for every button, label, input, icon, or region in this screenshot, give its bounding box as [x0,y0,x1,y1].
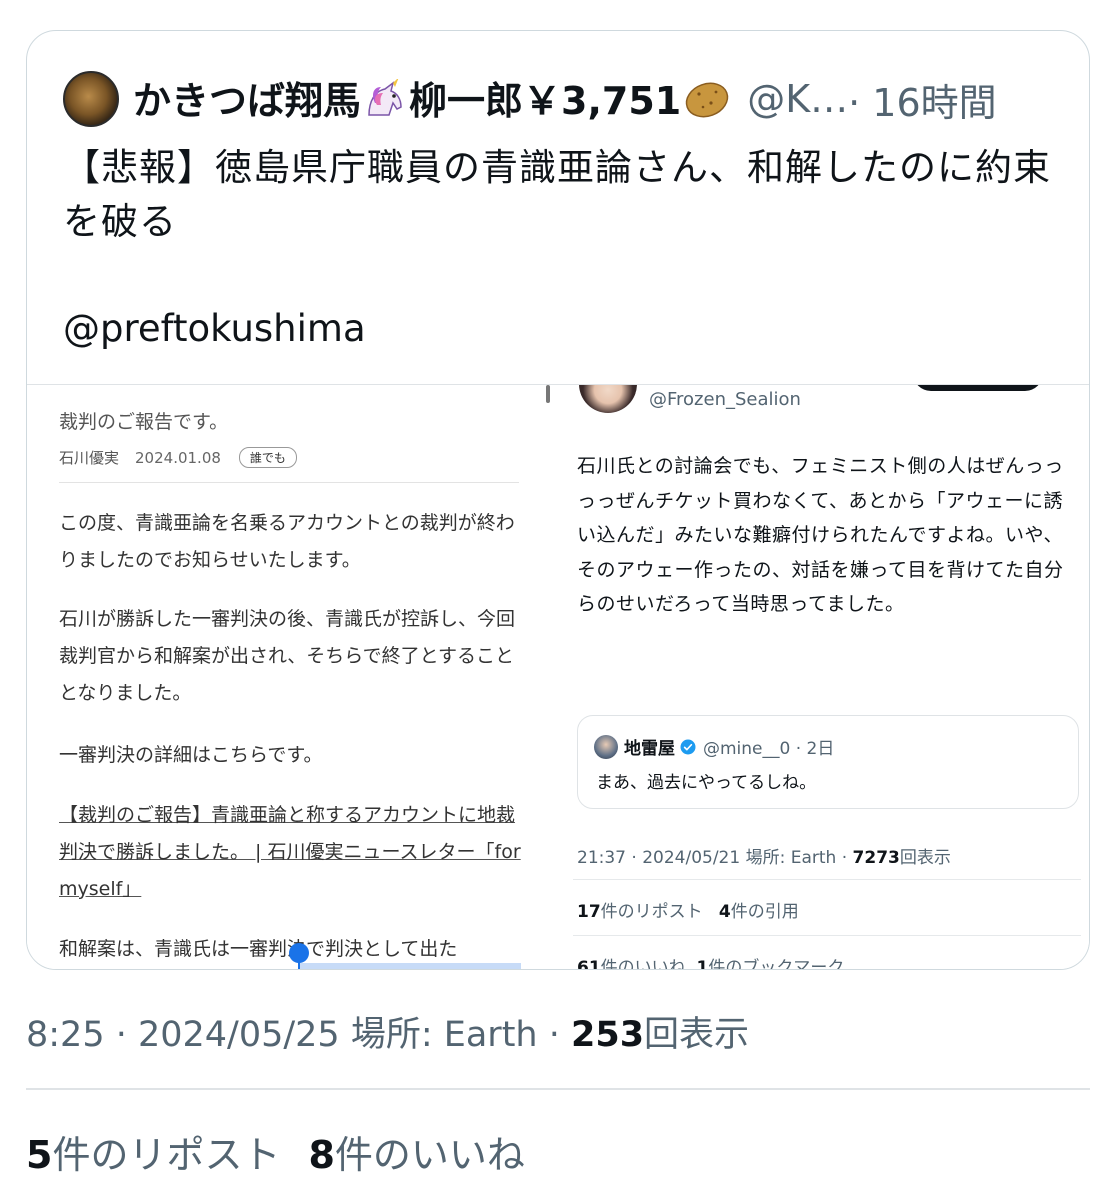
engagement-stats: 5件のリポスト 8件のいいね [26,1124,525,1179]
quoted-tweet-text: 【悲報】徳島県庁職員の青識亜論さん、和解したのに約束を破る [63,146,1051,243]
embedded-divider-2 [573,935,1081,936]
unicorn-icon [363,77,407,128]
embedded-views-label: 回表示 [899,848,951,868]
embedded-reposts-label: 件のリポスト [600,902,703,922]
author-handle[interactable]: @K… [747,77,848,121]
follow-button-edge [913,385,1043,391]
newsletter-link: 【裁判のご報告】青識亜論と称するアカウントに地裁判決で勝訴しました。 | 石川優… [59,804,521,900]
likes-label: 件のいいね [334,1133,525,1177]
embedded-views-count: 7273 [852,848,900,868]
potato-icon [683,79,731,128]
mention-link[interactable]: @preftokushima [63,307,366,350]
views-label: 回表示 [644,1015,750,1055]
embedded-quote-handle: @mine__0 · 2日 [703,739,835,759]
embedded-quote-avatar [594,734,618,759]
author-avatar[interactable] [63,71,119,127]
timestamp-text: 8:25 · 2024/05/25 場所: Earth · [26,1015,571,1055]
stats-divider [26,1088,1090,1090]
quoted-tweet-header: かきつば翔馬 柳一郎￥3,751 @K… · 16時間 [63,71,997,127]
verified-badge-icon [680,739,696,754]
embedded-likes-label: 件のいいね [600,958,686,970]
selection-handle [289,943,309,963]
newsletter-meta: 石川優実 2024.01.08 誰でも [59,447,297,468]
embedded-quote-card: 地雷屋 @mine__0 · 2日 まあ、過去にやってるしね。 [577,715,1079,809]
embedded-tweet-text: 石川氏との討論会でも、フェミニスト側の人はぜんっっっっぜんチケット買わなくて、あ… [577,455,1064,615]
newsletter-title: 裁判のご報告です。 [59,411,229,433]
likes-count: 8 [308,1133,335,1177]
embedded-like-stats: 61件のいいね 1件のブックマーク [577,953,845,970]
text-selection-highlight [299,963,521,969]
scrollbar-thumb [546,385,550,403]
tweet-timestamp[interactable]: 8:25 · 2024/05/25 場所: Earth · 253回表示 [26,1006,749,1057]
embedded-tweet-screenshot: @Frozen_Sealion 石川氏との討論会でも、フェミニスト側の人はぜんっ… [573,385,1089,970]
newsletter-author: 石川優実 [59,449,120,467]
tweet-time[interactable]: · 16時間 [848,72,997,127]
embedded-divider-1 [573,879,1081,880]
embedded-timestamp-text: 21:37 · 2024/05/21 場所: Earth · [577,848,853,868]
reposts-label: 件のリポスト [52,1133,281,1177]
embedded-bookmarks-label: 件のブックマーク [708,958,845,970]
author-name-text: かきつば翔馬 [133,79,362,123]
newsletter-paragraph-3: 一審判決の詳細はこちらです。 [59,744,323,766]
embedded-likes-count: 61 [577,958,601,970]
newsletter-screenshot: 裁判のご報告です。 石川優実 2024.01.08 誰でも この度、青識亜論を名… [59,385,529,969]
views-count: 253 [570,1015,645,1055]
embedded-reposts-count: 17 [577,902,601,922]
likes-link[interactable]: 8件のいいね [308,1133,524,1177]
reposts-count: 5 [26,1133,53,1177]
author-name[interactable]: かきつば翔馬 柳一郎￥3,751 [133,70,733,128]
embedded-repost-stats: 17件のリポスト 4件の引用 [577,897,799,922]
embedded-handle: @Frozen_Sealion [649,389,801,410]
embedded-quotes-label: 件の引用 [730,902,799,922]
newsletter-date: 2024.01.08 [135,448,221,467]
embedded-quote-header: 地雷屋 @mine__0 · 2日 [594,734,834,759]
newsletter-paragraph-1: この度、青識亜論を名乗るアカウントとの裁判が終わりましたのでお知らせいたします。 [59,512,515,571]
embedded-quote-text: まあ、過去にやってるしね。 [596,773,817,793]
attached-image[interactable]: 裁判のご報告です。 石川優実 2024.01.08 誰でも この度、青識亜論を名… [27,385,1089,970]
embedded-quote-name: 地雷屋 [624,739,675,759]
newsletter-divider [59,482,519,483]
embedded-timestamp: 21:37 · 2024/05/21 場所: Earth · 7273回表示 [577,843,951,868]
quoted-tweet-card[interactable]: かきつば翔馬 柳一郎￥3,751 @K… · 16時間 【悲報】徳島県庁職員の青識… [26,30,1090,970]
audience-badge: 誰でも [238,447,297,468]
embedded-quotes-count: 4 [718,902,731,922]
embedded-bookmarks-count: 1 [696,958,709,970]
author-name-suffix: 柳一郎￥3,751 [409,79,682,123]
embedded-avatar [579,385,637,413]
newsletter-paragraph-2: 石川が勝訴した一審判決の後、青識氏が控訴し、今回裁判官から和解案が出され、そちら… [59,608,516,704]
reposts-link[interactable]: 5件のリポスト [26,1133,280,1177]
